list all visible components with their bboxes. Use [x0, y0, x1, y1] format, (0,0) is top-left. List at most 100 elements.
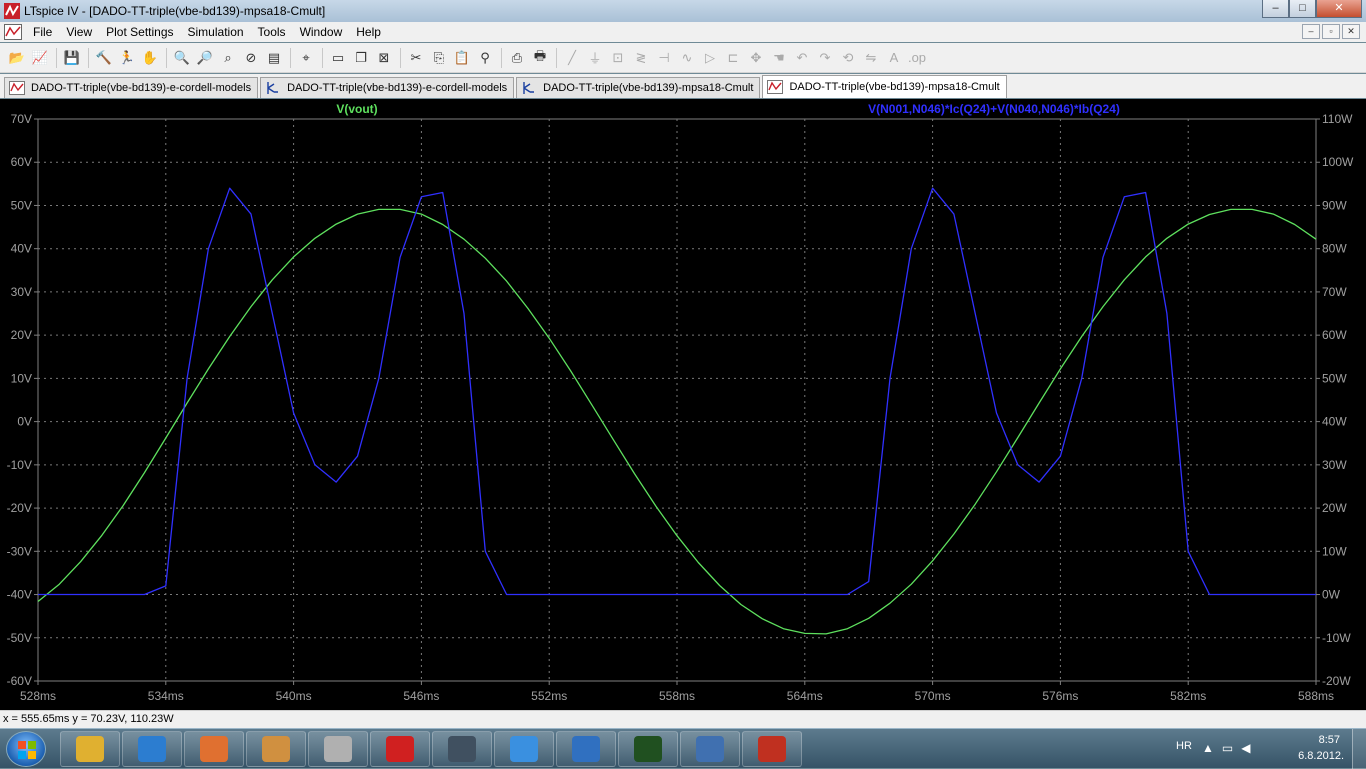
volume-icon[interactable]: ◀	[1241, 741, 1258, 755]
autorange-icon[interactable]: ▤	[263, 47, 285, 69]
move-icon[interactable]: ✥	[745, 47, 767, 69]
taskbar-app-button[interactable]	[432, 731, 492, 767]
menu-window[interactable]: Window	[293, 25, 350, 39]
y-tick-label-right: 0W	[1322, 588, 1341, 602]
taskbar-app-button[interactable]	[60, 731, 120, 767]
print-icon[interactable]: 🖶	[529, 47, 551, 69]
show-desktop-button[interactable]	[1352, 729, 1366, 769]
toolbar-separator	[501, 47, 502, 68]
open-plot-icon[interactable]: 📈	[29, 47, 51, 69]
redo-icon[interactable]: ↷	[814, 47, 836, 69]
cut-icon[interactable]: ✂	[405, 47, 427, 69]
media-player-icon	[138, 736, 166, 762]
tray-icons[interactable]: ▲▭◀	[1202, 741, 1258, 755]
menu-file[interactable]: File	[26, 25, 59, 39]
save-icon[interactable]: 💾	[61, 47, 83, 69]
tile-horizontal-icon[interactable]: ▭	[327, 47, 349, 69]
taskbar-app-button[interactable]	[680, 731, 740, 767]
inductor-icon[interactable]: ∿	[676, 47, 698, 69]
window-title: LTspice IV - [DADO-TT-triple(vbe-bd139)-…	[24, 4, 326, 18]
cascade-icon[interactable]: ❐	[350, 47, 372, 69]
waveform-plot-pane[interactable]: 70V 110W 60V 100W 50V 90W 40V 80W 30V 70W 20V 60W 10…	[0, 99, 1366, 710]
tab-label: DADO-TT-triple(vbe-bd139)-mpsa18-Cmult	[789, 81, 1000, 93]
ground-icon[interactable]: ⏚	[584, 47, 606, 69]
title-bar[interactable]: LTspice IV - [DADO-TT-triple(vbe-bd139)-…	[0, 0, 1366, 22]
network-icon[interactable]: ▭	[1222, 741, 1241, 755]
menu-tools[interactable]: Tools	[251, 25, 293, 39]
start-button[interactable]	[6, 731, 46, 767]
language-indicator[interactable]: HR	[1176, 740, 1192, 752]
find-icon[interactable]: ⚲	[474, 47, 496, 69]
menu-help[interactable]: Help	[349, 25, 388, 39]
clock-time[interactable]: 8:57	[1319, 734, 1340, 746]
close-all-icon[interactable]: ⊠	[373, 47, 395, 69]
taskbar: HR ▲▭◀ 8:57 6.8.2012.	[0, 728, 1366, 769]
mdi-restore-button[interactable]: ▫	[1322, 24, 1340, 39]
cad-app-icon	[324, 736, 352, 762]
taskbar-app-button[interactable]	[742, 731, 802, 767]
zoom-in-icon[interactable]: 🔍	[171, 47, 193, 69]
diode-icon[interactable]: ▷	[699, 47, 721, 69]
mirror-icon[interactable]: ⇋	[860, 47, 882, 69]
y-tick-label-left: 40V	[11, 242, 32, 256]
tray-arrow-icon[interactable]: ▲	[1202, 741, 1222, 755]
mdi-close-button[interactable]: ✕	[1342, 24, 1360, 39]
x-tick-label: 588ms	[1298, 689, 1334, 703]
y-tick-label-left: -40V	[7, 588, 32, 602]
taskbar-app-button[interactable]	[122, 731, 182, 767]
taskbar-app-button[interactable]	[556, 731, 616, 767]
copy-icon[interactable]: ⎘	[428, 47, 450, 69]
ltspice-app-icon[interactable]	[4, 3, 20, 19]
paste-icon[interactable]: 📋	[451, 47, 473, 69]
capacitor-icon[interactable]: ⊣	[653, 47, 675, 69]
halt-icon[interactable]: ✋	[139, 47, 161, 69]
waveform-icon	[9, 81, 25, 95]
taskbar-app-button[interactable]	[308, 731, 368, 767]
ltspice-icon	[758, 736, 786, 762]
wire-icon[interactable]: ╱	[561, 47, 583, 69]
waveform-plot[interactable]: 70V 110W 60V 100W 50V 90W 40V 80W 30V 70W 20V 60W 10…	[0, 99, 1366, 710]
drag-icon[interactable]: ☚	[768, 47, 790, 69]
text-icon[interactable]: A	[883, 47, 905, 69]
cancel-zoom-icon[interactable]: ⊘	[240, 47, 262, 69]
menu-plot-settings[interactable]: Plot Settings	[99, 25, 180, 39]
y-tick-label-right: 100W	[1322, 155, 1354, 169]
taskbar-app-button[interactable]	[618, 731, 678, 767]
marker-icon[interactable]: ⌖	[295, 47, 317, 69]
rotate-icon[interactable]: ⟲	[837, 47, 859, 69]
spice-directive-icon[interactable]: .op	[906, 47, 928, 69]
minimize-button[interactable]: –	[1262, 0, 1289, 18]
waveform-doc-icon[interactable]	[4, 24, 22, 40]
clock-date[interactable]: 6.8.2012.	[1298, 750, 1344, 762]
taskbar-app-button[interactable]	[370, 731, 430, 767]
document-app-icon	[262, 736, 290, 762]
menu-simulation[interactable]: Simulation	[181, 25, 251, 39]
zoom-fit-icon[interactable]: ⌕	[217, 47, 239, 69]
taskbar-app-button[interactable]	[184, 731, 244, 767]
taskbar-app-button[interactable]	[494, 731, 554, 767]
y-tick-label-right: 70W	[1322, 285, 1347, 299]
y-tick-label-left: 70V	[11, 112, 32, 126]
label-icon[interactable]: ⊡	[607, 47, 629, 69]
control-panel-icon[interactable]: 🔨	[93, 47, 115, 69]
maximize-button[interactable]: □	[1289, 0, 1316, 18]
component-icon[interactable]: ⊏	[722, 47, 744, 69]
tab-schematic-cmult[interactable]: DADO-TT-triple(vbe-bd139)-mpsa18-Cmult	[516, 77, 761, 98]
windows-logo-icon	[18, 741, 36, 759]
toolbar-separator	[556, 47, 557, 68]
mdi-minimize-button[interactable]: –	[1302, 24, 1320, 39]
y-tick-label-right: 110W	[1322, 112, 1353, 126]
y-tick-label-left: -10V	[7, 458, 32, 472]
open-icon[interactable]: 📂	[6, 47, 28, 69]
close-button[interactable]: ✕	[1316, 0, 1362, 18]
tab-waveform-cordell[interactable]: DADO-TT-triple(vbe-bd139)-e-cordell-mode…	[4, 77, 259, 98]
print-preview-icon[interactable]: ⎙	[506, 47, 528, 69]
menu-view[interactable]: View	[59, 25, 99, 39]
run-icon[interactable]: 🏃	[116, 47, 138, 69]
tab-schematic-cordell[interactable]: DADO-TT-triple(vbe-bd139)-e-cordell-mode…	[260, 77, 515, 98]
tab-waveform-cmult[interactable]: DADO-TT-triple(vbe-bd139)-mpsa18-Cmult	[762, 75, 1007, 98]
resistor-icon[interactable]: ≷	[630, 47, 652, 69]
taskbar-app-button[interactable]	[246, 731, 306, 767]
undo-icon[interactable]: ↶	[791, 47, 813, 69]
zoom-out-icon[interactable]: 🔎	[194, 47, 216, 69]
